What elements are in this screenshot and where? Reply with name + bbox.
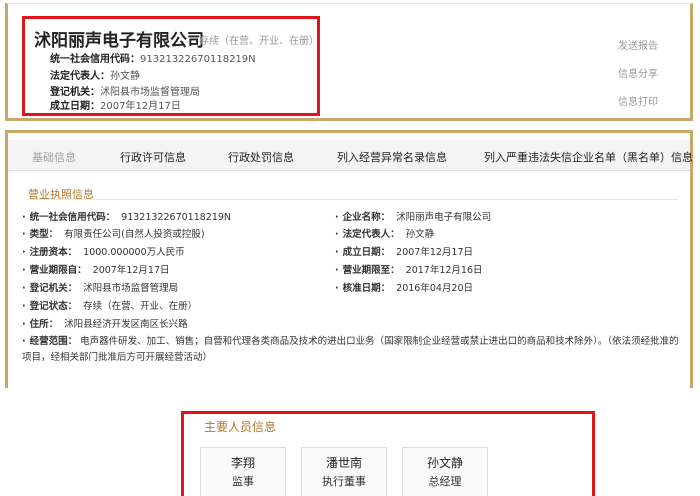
- tab-admin-license[interactable]: 行政许可信息: [120, 149, 186, 165]
- person-name: 潘世南: [325, 456, 362, 470]
- field-capital: · 注册资本： 1000.000000万人民币: [22, 247, 185, 258]
- field-credit-code: · 统一社会信用代码： 91321322670118219N: [22, 212, 232, 223]
- field-type: · 类型： 有限责任公司(自然人投资或控股): [22, 229, 205, 240]
- field-legal-rep: · 法定代表人： 孙文静: [335, 229, 435, 240]
- person-role: 总经理: [428, 475, 462, 488]
- founded-value: 2007年12月17日: [100, 101, 181, 112]
- founded-label: 成立日期：: [50, 101, 100, 112]
- person-role: 执行董事: [322, 475, 366, 488]
- field-founded: · 成立日期： 2007年12月17日: [335, 247, 474, 258]
- send-report-link[interactable]: 发送报告: [618, 37, 658, 52]
- print-info-link[interactable]: 信息打印: [618, 93, 658, 108]
- tab-blacklist[interactable]: 列入严重违法失信企业名单（黑名单）信息: [484, 149, 693, 165]
- legal-rep-label: 法定代表人：: [50, 71, 110, 82]
- legal-rep-value: 孙文静: [110, 71, 140, 82]
- tab-abnormal-list[interactable]: 列入经营异常名录信息: [337, 149, 447, 165]
- tab-basic-info[interactable]: 基础信息: [32, 149, 76, 165]
- person-name: 孙文静: [426, 456, 463, 470]
- field-business-scope: · 经营范围： 电声器件研发、加工、销售；自营和代理各类商品及技术的进出口业务（国…: [22, 336, 679, 363]
- credit-code-row: 统一社会信用代码：91321322670118219N: [50, 50, 256, 65]
- credit-code-label: 统一社会信用代码：: [50, 54, 140, 65]
- authority-row: 登记机关：沭阳县市场监督管理局: [50, 83, 200, 98]
- person-card[interactable]: 孙文静 总经理: [402, 447, 488, 496]
- legal-rep-row: 法定代表人：孙文静: [50, 67, 140, 82]
- company-name: 沭阳丽声电子有限公司: [34, 31, 204, 51]
- company-status: 存续（在营、开业、在册）: [199, 36, 319, 47]
- person-role: 监事: [232, 475, 254, 488]
- tab-admin-penalty[interactable]: 行政处罚信息: [228, 149, 294, 165]
- person-card[interactable]: 潘世南 执行董事: [301, 447, 387, 496]
- field-term-from: · 营业期限自： 2007年12月17日: [22, 265, 170, 276]
- section-divider: [28, 199, 678, 200]
- share-info-link[interactable]: 信息分享: [618, 65, 658, 80]
- person-name: 李翔: [230, 456, 255, 470]
- personnel-title: 主要人员信息: [204, 420, 277, 434]
- credit-code-value: 91321322670118219N: [140, 54, 256, 65]
- person-card[interactable]: 李翔 监事: [200, 447, 286, 496]
- field-term-to: · 营业期限至： 2017年12月16日: [335, 265, 483, 276]
- field-company-name: · 企业名称： 沭阳丽声电子有限公司: [335, 212, 492, 223]
- field-address: · 住所： 沭阳县经济开发区南区长兴路: [22, 319, 188, 330]
- field-approval-date: · 核准日期： 2016年04月20日: [335, 283, 474, 294]
- field-authority: · 登记机关： 沭阳县市场监督管理局: [22, 283, 179, 294]
- founded-row: 成立日期：2007年12月17日: [50, 97, 181, 112]
- field-reg-status: · 登记状态： 存续（在营、开业、在册）: [22, 301, 198, 312]
